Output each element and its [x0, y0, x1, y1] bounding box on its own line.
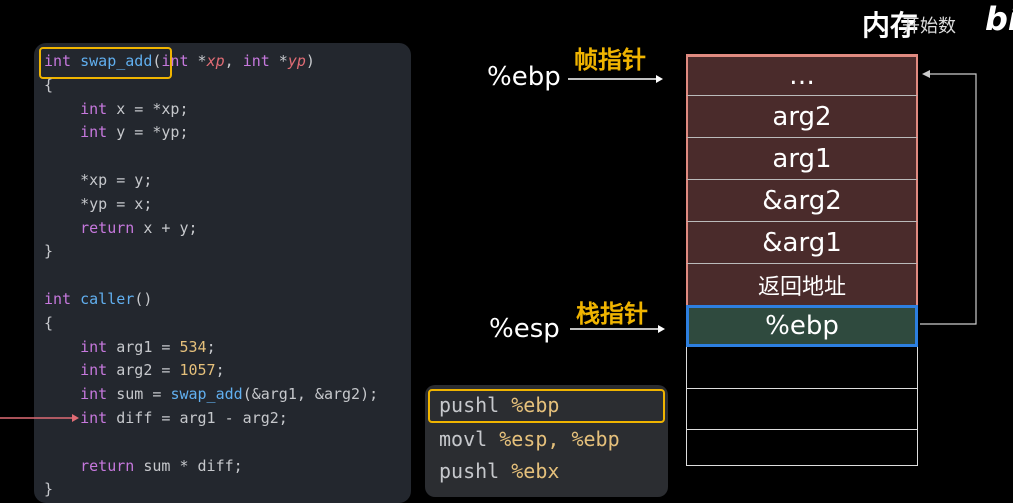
code-line: int caller() [44, 290, 153, 308]
saved-ebp-link-arrow-icon [920, 70, 977, 325]
code-line: int x = *xp; [80, 99, 189, 118]
stack-cell: 返回地址 [686, 263, 918, 305]
code-line: int diff = arg1 - arg2; [80, 409, 288, 427]
stack-cell [686, 347, 918, 389]
code-panel: int swap_add(int *xp, int *yp) { int x = … [34, 43, 411, 503]
stack-cell [686, 389, 918, 430]
code-line: return x + y; [80, 218, 198, 237]
code-line: *yp = x; [44, 194, 153, 213]
code-line: int swap_add(int *xp, int *yp) [44, 52, 315, 70]
asm-line: pushl %ebp [439, 393, 560, 417]
code-line: int y = *yp; [80, 123, 189, 142]
stack-cell-current: %ebp [686, 305, 918, 347]
stack-cell: arg1 [686, 137, 918, 179]
code-line: int arg1 = 534; [80, 337, 216, 356]
stack-cell [686, 430, 918, 466]
code-line: } [44, 242, 54, 261]
asm-line: movl %esp, %ebp [439, 427, 620, 451]
stack-cell: &arg2 [686, 179, 918, 221]
assembly-panel: pushl %ebp movl %esp, %ebp pushl %ebx [425, 385, 668, 497]
ebp-arrow-icon [568, 75, 663, 83]
asm-line: pushl %ebx [439, 459, 560, 483]
code-line: int sum = swap_add(&arg1, &arg2); [80, 385, 379, 404]
stack-cell: &arg1 [686, 221, 918, 263]
esp-arrow-icon [570, 325, 665, 333]
esp-register-label: %esp [489, 314, 560, 344]
code-line: { [44, 75, 54, 94]
ebp-register-label: %ebp [487, 62, 561, 92]
code-line: int arg2 = 1057; [80, 361, 225, 380]
brand-logo: bi [985, 0, 1013, 38]
code-line: { [44, 313, 54, 332]
code-line: return sum * diff; [80, 456, 243, 475]
code-line: *xp = y; [44, 171, 153, 189]
stack-cell: … [686, 54, 918, 95]
frame-pointer-label: 帧指针 [574, 46, 646, 74]
stack-cell: arg2 [686, 95, 918, 137]
current-line-arrow-icon [0, 414, 79, 422]
overlay-text: 开始数 [902, 16, 956, 37]
code-line: } [44, 480, 54, 499]
